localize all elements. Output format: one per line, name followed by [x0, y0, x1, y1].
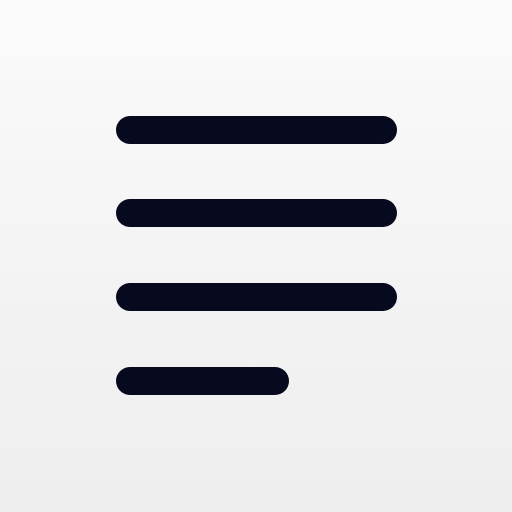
text-lines-icon [0, 0, 512, 512]
text-line-1 [116, 116, 397, 144]
text-line-3 [116, 283, 397, 311]
text-line-4-short [116, 367, 289, 395]
app-icon-canvas [0, 0, 512, 512]
text-line-2 [116, 199, 397, 227]
